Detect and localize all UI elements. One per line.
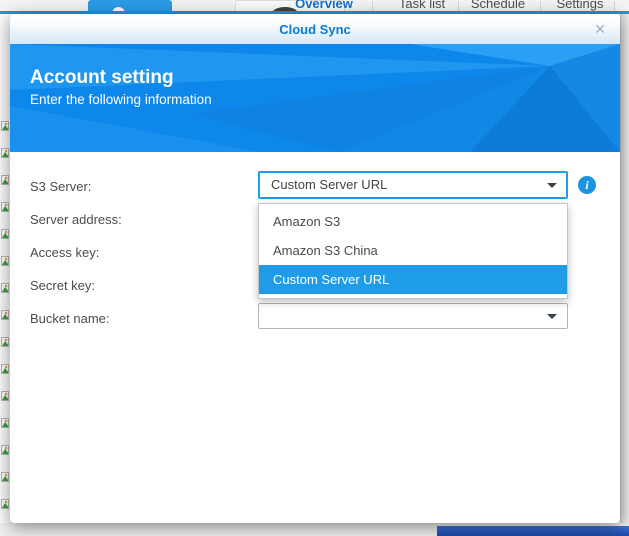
bucket-name-select[interactable]: [258, 303, 568, 329]
image-file-icon: [1, 391, 9, 401]
image-file-icon: [1, 337, 9, 347]
image-file-icon: [1, 499, 9, 509]
secret-key-label: Secret key:: [30, 278, 96, 293]
server-address-label: Server address:: [30, 212, 122, 227]
file-icon-column: [1, 121, 9, 509]
image-file-icon: [1, 310, 9, 320]
image-file-icon: [1, 229, 9, 239]
dropdown-option-amazon-s3[interactable]: Amazon S3: [259, 207, 567, 236]
image-file-icon: [1, 121, 9, 131]
s3-server-label: S3 Server:: [30, 179, 92, 194]
step-subtitle: Enter the following information: [30, 92, 212, 107]
wizard-header: Account setting Enter the following info…: [10, 44, 620, 152]
dialog-titlebar[interactable]: Cloud Sync ✕: [10, 14, 620, 44]
image-file-icon: [1, 202, 9, 212]
s3-server-value: Custom Server URL: [271, 177, 388, 192]
dialog-title: Cloud Sync: [279, 22, 351, 37]
image-file-icon: [1, 445, 9, 455]
dialog-body: S3 Server: Custom Server URL i Server ad…: [10, 152, 620, 523]
image-file-icon: [1, 418, 9, 428]
image-file-icon: [1, 364, 9, 374]
cloud-sync-dialog: Cloud Sync ✕ Account setting Enter the f…: [10, 14, 620, 523]
scrollbar-track[interactable]: [620, 14, 629, 523]
step-title: Account setting: [30, 67, 174, 88]
s3-server-select[interactable]: Custom Server URL: [258, 171, 568, 199]
dropdown-option-amazon-s3-china[interactable]: Amazon S3 China: [259, 236, 567, 265]
image-file-icon: [1, 175, 9, 185]
chevron-down-icon: [547, 314, 557, 319]
close-icon[interactable]: ✕: [594, 21, 606, 37]
access-key-label: Access key:: [30, 245, 100, 260]
image-file-icon: [1, 472, 9, 482]
info-icon[interactable]: i: [578, 176, 596, 194]
background-tab-strip: Overview Task list Schedule Settings: [0, 0, 629, 14]
bucket-name-label: Bucket name:: [30, 311, 110, 326]
image-file-icon: [1, 256, 9, 266]
s3-server-dropdown-list: Amazon S3 Amazon S3 China Custom Server …: [258, 203, 568, 299]
background-selected-bar: [437, 526, 629, 536]
image-file-icon: [1, 148, 9, 158]
image-file-icon: [1, 283, 9, 293]
chevron-down-icon: [547, 183, 557, 188]
dropdown-option-custom-server-url[interactable]: Custom Server URL: [259, 265, 567, 294]
